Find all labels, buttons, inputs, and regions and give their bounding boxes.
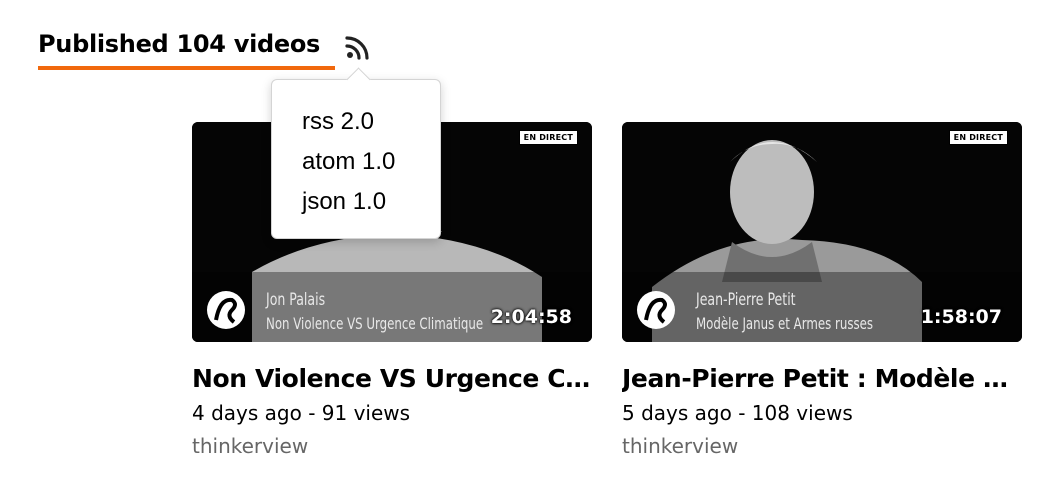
video-card: EN DIRECT Jean-Pierre Petit Modèle Janus…: [622, 122, 1022, 458]
title-underline: [38, 66, 335, 70]
overlay-speaker-name: Jean-Pierre Petit: [696, 290, 796, 310]
overlay-subtitle: Modèle Janus et Armes russes: [696, 314, 874, 333]
overlay-speaker-name: Jon Palais: [266, 290, 326, 310]
feed-format-menu: rss 2.0 atom 1.0 json 1.0: [271, 67, 441, 239]
channel-link[interactable]: thinkerview: [622, 434, 1022, 458]
feed-format-list: rss 2.0 atom 1.0 json 1.0: [272, 80, 440, 222]
video-title[interactable]: Jean-Pierre Petit : Modèle …: [622, 364, 1022, 394]
feed-option-json[interactable]: json 1.0: [302, 182, 440, 222]
channel-link[interactable]: thinkerview: [192, 434, 592, 458]
video-title[interactable]: Non Violence VS Urgence C…: [192, 364, 592, 394]
video-thumbnail[interactable]: EN DIRECT Jean-Pierre Petit Modèle Janus…: [622, 122, 1022, 342]
section-header: Published 104 videos: [38, 26, 369, 70]
feed-option-atom[interactable]: atom 1.0: [302, 142, 440, 182]
live-badge: EN DIRECT: [518, 130, 578, 145]
live-badge: EN DIRECT: [948, 130, 1008, 145]
video-duration: 1:58:07: [920, 306, 1002, 328]
section-title: Published 104 videos: [38, 30, 321, 58]
feed-option-rss[interactable]: rss 2.0: [302, 102, 440, 142]
rss-icon[interactable]: [345, 34, 371, 60]
video-meta: 4 days ago - 91 views: [192, 401, 411, 425]
video-duration: 2:04:58: [490, 306, 572, 328]
overlay-subtitle: Non Violence VS Urgence Climatique: [266, 314, 484, 333]
video-meta: 5 days ago - 108 views: [622, 401, 853, 425]
